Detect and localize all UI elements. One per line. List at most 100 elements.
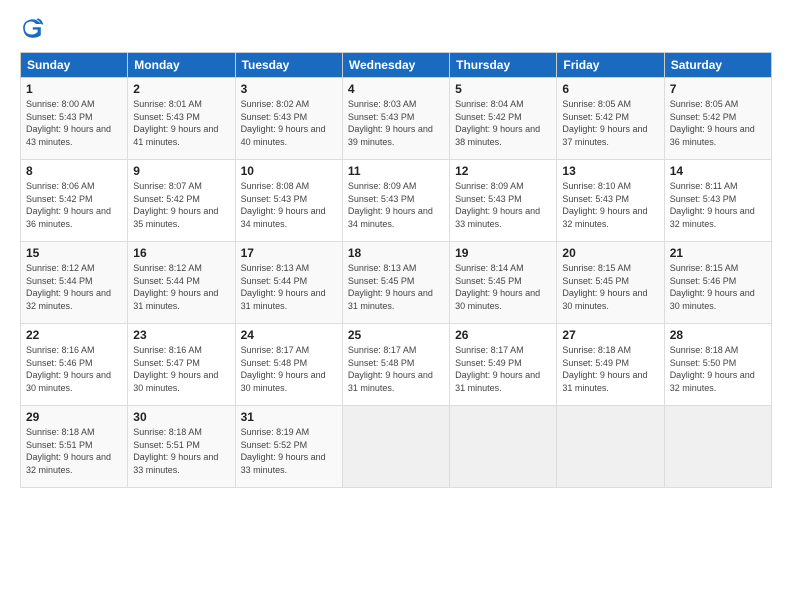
day-number: 6 [562,82,658,96]
day-details: Sunrise: 8:10 AM Sunset: 5:43 PM Dayligh… [562,180,658,230]
weekday-header-wednesday: Wednesday [342,53,449,78]
calendar-day-25: 25 Sunrise: 8:17 AM Sunset: 5:48 PM Dayl… [342,324,449,406]
day-number: 16 [133,246,229,260]
day-number: 14 [670,164,766,178]
calendar-day-3: 3 Sunrise: 8:02 AM Sunset: 5:43 PM Dayli… [235,78,342,160]
calendar-empty-cell [342,406,449,488]
calendar-day-17: 17 Sunrise: 8:13 AM Sunset: 5:44 PM Dayl… [235,242,342,324]
weekday-header-thursday: Thursday [450,53,557,78]
day-number: 21 [670,246,766,260]
calendar-day-8: 8 Sunrise: 8:06 AM Sunset: 5:42 PM Dayli… [21,160,128,242]
calendar-day-23: 23 Sunrise: 8:16 AM Sunset: 5:47 PM Dayl… [128,324,235,406]
calendar-day-31: 31 Sunrise: 8:19 AM Sunset: 5:52 PM Dayl… [235,406,342,488]
calendar-day-10: 10 Sunrise: 8:08 AM Sunset: 5:43 PM Dayl… [235,160,342,242]
calendar-day-27: 27 Sunrise: 8:18 AM Sunset: 5:49 PM Dayl… [557,324,664,406]
calendar-day-16: 16 Sunrise: 8:12 AM Sunset: 5:44 PM Dayl… [128,242,235,324]
day-details: Sunrise: 8:12 AM Sunset: 5:44 PM Dayligh… [133,262,229,312]
day-details: Sunrise: 8:05 AM Sunset: 5:42 PM Dayligh… [562,98,658,148]
day-number: 29 [26,410,122,424]
day-details: Sunrise: 8:16 AM Sunset: 5:47 PM Dayligh… [133,344,229,394]
calendar-week-3: 15 Sunrise: 8:12 AM Sunset: 5:44 PM Dayl… [21,242,772,324]
page: SundayMondayTuesdayWednesdayThursdayFrid… [0,0,792,612]
day-details: Sunrise: 8:13 AM Sunset: 5:45 PM Dayligh… [348,262,444,312]
day-number: 11 [348,164,444,178]
calendar-day-1: 1 Sunrise: 8:00 AM Sunset: 5:43 PM Dayli… [21,78,128,160]
day-details: Sunrise: 8:18 AM Sunset: 5:51 PM Dayligh… [133,426,229,476]
calendar-day-24: 24 Sunrise: 8:17 AM Sunset: 5:48 PM Dayl… [235,324,342,406]
calendar-day-15: 15 Sunrise: 8:12 AM Sunset: 5:44 PM Dayl… [21,242,128,324]
day-details: Sunrise: 8:15 AM Sunset: 5:45 PM Dayligh… [562,262,658,312]
calendar-day-12: 12 Sunrise: 8:09 AM Sunset: 5:43 PM Dayl… [450,160,557,242]
weekday-header-friday: Friday [557,53,664,78]
day-details: Sunrise: 8:17 AM Sunset: 5:49 PM Dayligh… [455,344,551,394]
day-number: 23 [133,328,229,342]
day-number: 3 [241,82,337,96]
day-number: 22 [26,328,122,342]
logo-icon [20,16,44,40]
day-details: Sunrise: 8:00 AM Sunset: 5:43 PM Dayligh… [26,98,122,148]
calendar-day-2: 2 Sunrise: 8:01 AM Sunset: 5:43 PM Dayli… [128,78,235,160]
day-number: 5 [455,82,551,96]
day-number: 8 [26,164,122,178]
day-details: Sunrise: 8:18 AM Sunset: 5:51 PM Dayligh… [26,426,122,476]
calendar-table: SundayMondayTuesdayWednesdayThursdayFrid… [20,52,772,488]
day-number: 18 [348,246,444,260]
calendar-day-28: 28 Sunrise: 8:18 AM Sunset: 5:50 PM Dayl… [664,324,771,406]
day-details: Sunrise: 8:16 AM Sunset: 5:46 PM Dayligh… [26,344,122,394]
day-number: 17 [241,246,337,260]
day-details: Sunrise: 8:07 AM Sunset: 5:42 PM Dayligh… [133,180,229,230]
calendar-day-11: 11 Sunrise: 8:09 AM Sunset: 5:43 PM Dayl… [342,160,449,242]
day-number: 20 [562,246,658,260]
weekday-header-monday: Monday [128,53,235,78]
day-details: Sunrise: 8:17 AM Sunset: 5:48 PM Dayligh… [241,344,337,394]
calendar-day-22: 22 Sunrise: 8:16 AM Sunset: 5:46 PM Dayl… [21,324,128,406]
day-details: Sunrise: 8:05 AM Sunset: 5:42 PM Dayligh… [670,98,766,148]
calendar-day-26: 26 Sunrise: 8:17 AM Sunset: 5:49 PM Dayl… [450,324,557,406]
calendar-day-30: 30 Sunrise: 8:18 AM Sunset: 5:51 PM Dayl… [128,406,235,488]
day-details: Sunrise: 8:09 AM Sunset: 5:43 PM Dayligh… [455,180,551,230]
day-details: Sunrise: 8:06 AM Sunset: 5:42 PM Dayligh… [26,180,122,230]
calendar-week-5: 29 Sunrise: 8:18 AM Sunset: 5:51 PM Dayl… [21,406,772,488]
calendar-week-4: 22 Sunrise: 8:16 AM Sunset: 5:46 PM Dayl… [21,324,772,406]
day-number: 25 [348,328,444,342]
day-number: 30 [133,410,229,424]
header [20,16,772,40]
weekday-header-tuesday: Tuesday [235,53,342,78]
day-details: Sunrise: 8:09 AM Sunset: 5:43 PM Dayligh… [348,180,444,230]
day-number: 15 [26,246,122,260]
day-details: Sunrise: 8:18 AM Sunset: 5:49 PM Dayligh… [562,344,658,394]
day-details: Sunrise: 8:17 AM Sunset: 5:48 PM Dayligh… [348,344,444,394]
logo [20,16,48,40]
day-number: 24 [241,328,337,342]
calendar-day-20: 20 Sunrise: 8:15 AM Sunset: 5:45 PM Dayl… [557,242,664,324]
weekday-header-sunday: Sunday [21,53,128,78]
calendar-day-5: 5 Sunrise: 8:04 AM Sunset: 5:42 PM Dayli… [450,78,557,160]
calendar-empty-cell [664,406,771,488]
day-details: Sunrise: 8:12 AM Sunset: 5:44 PM Dayligh… [26,262,122,312]
calendar-empty-cell [450,406,557,488]
day-number: 26 [455,328,551,342]
day-number: 12 [455,164,551,178]
day-details: Sunrise: 8:01 AM Sunset: 5:43 PM Dayligh… [133,98,229,148]
calendar-day-7: 7 Sunrise: 8:05 AM Sunset: 5:42 PM Dayli… [664,78,771,160]
day-number: 4 [348,82,444,96]
weekday-header-row: SundayMondayTuesdayWednesdayThursdayFrid… [21,53,772,78]
weekday-header-saturday: Saturday [664,53,771,78]
day-number: 9 [133,164,229,178]
day-number: 19 [455,246,551,260]
calendar-week-1: 1 Sunrise: 8:00 AM Sunset: 5:43 PM Dayli… [21,78,772,160]
calendar-day-4: 4 Sunrise: 8:03 AM Sunset: 5:43 PM Dayli… [342,78,449,160]
calendar-day-29: 29 Sunrise: 8:18 AM Sunset: 5:51 PM Dayl… [21,406,128,488]
day-number: 31 [241,410,337,424]
day-number: 13 [562,164,658,178]
calendar-week-2: 8 Sunrise: 8:06 AM Sunset: 5:42 PM Dayli… [21,160,772,242]
day-details: Sunrise: 8:08 AM Sunset: 5:43 PM Dayligh… [241,180,337,230]
calendar-empty-cell [557,406,664,488]
day-details: Sunrise: 8:18 AM Sunset: 5:50 PM Dayligh… [670,344,766,394]
day-number: 7 [670,82,766,96]
day-details: Sunrise: 8:04 AM Sunset: 5:42 PM Dayligh… [455,98,551,148]
calendar-day-9: 9 Sunrise: 8:07 AM Sunset: 5:42 PM Dayli… [128,160,235,242]
day-details: Sunrise: 8:13 AM Sunset: 5:44 PM Dayligh… [241,262,337,312]
calendar-day-19: 19 Sunrise: 8:14 AM Sunset: 5:45 PM Dayl… [450,242,557,324]
calendar-day-6: 6 Sunrise: 8:05 AM Sunset: 5:42 PM Dayli… [557,78,664,160]
